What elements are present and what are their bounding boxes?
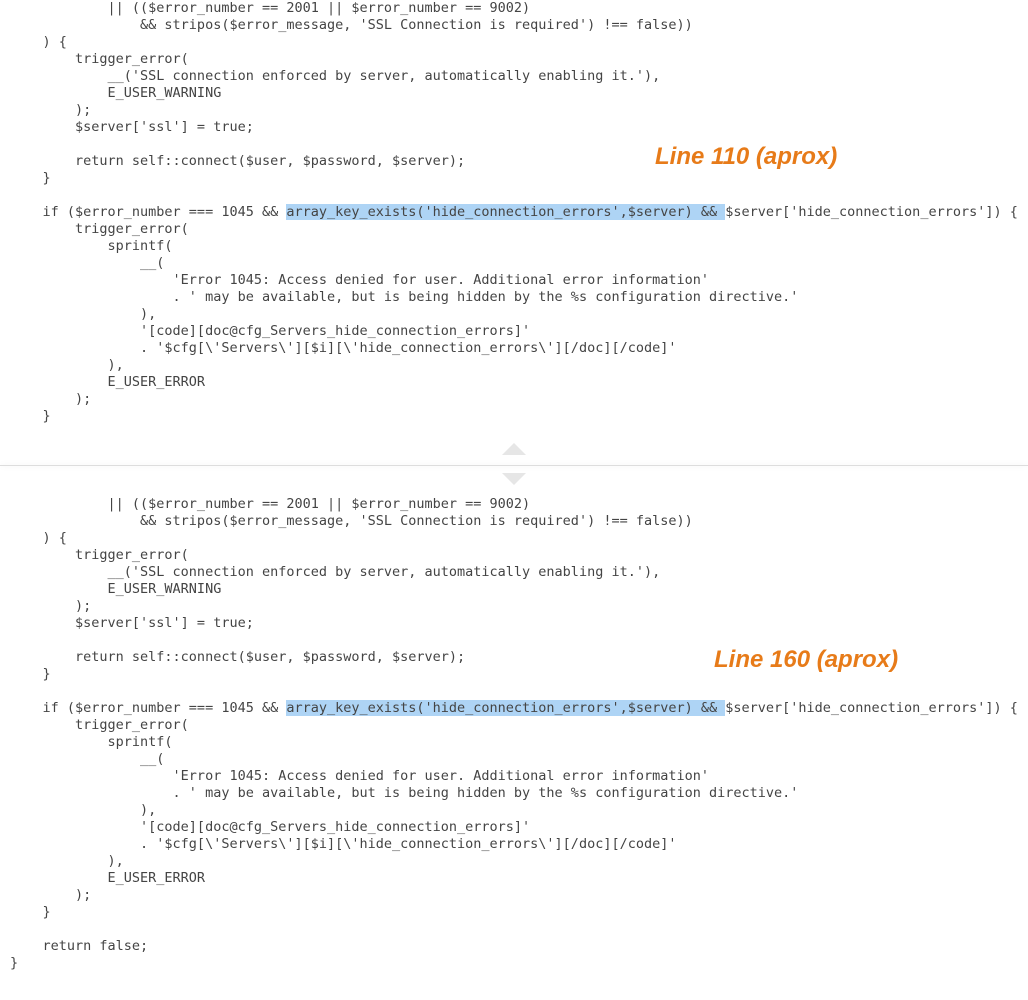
split-resize-handle[interactable] [499, 443, 529, 485]
annotation-line-110: Line 110 (aprox) [655, 148, 837, 165]
pane-divider[interactable] [0, 465, 1028, 466]
highlighted-code: array_key_exists('hide_connection_errors… [286, 204, 725, 220]
chevron-down-icon [502, 473, 526, 485]
code-pane-top: || (($error_number == 2001 || $error_num… [0, 0, 1028, 445]
highlighted-code: array_key_exists('hide_connection_errors… [286, 700, 725, 716]
code-post: $server['hide_connection_errors']) { tri… [10, 700, 1018, 971]
chevron-up-icon [502, 443, 526, 455]
code-pre: || (($error_number == 2001 || $error_num… [10, 0, 693, 220]
code-post: $server['hide_connection_errors']) { tri… [10, 204, 1018, 424]
code-block-top[interactable]: || (($error_number == 2001 || $error_num… [10, 0, 1028, 425]
code-pre: || (($error_number == 2001 || $error_num… [10, 496, 693, 716]
code-block-bottom[interactable]: || (($error_number == 2001 || $error_num… [10, 496, 1028, 972]
code-pane-bottom: || (($error_number == 2001 || $error_num… [0, 496, 1028, 992]
annotation-line-160: Line 160 (aprox) [714, 651, 898, 668]
